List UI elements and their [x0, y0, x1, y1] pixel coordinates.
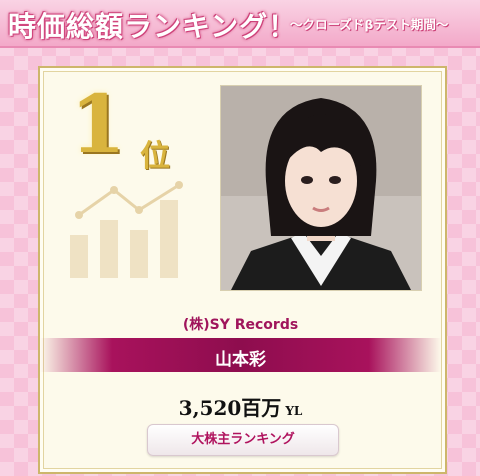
chart-icon-point [175, 181, 183, 189]
page-header: 時価総額ランキング！ 〜クローズドβテスト期間〜 [0, 0, 480, 48]
rank-suffix: 位 [140, 139, 170, 174]
chart-icon-point [110, 186, 118, 194]
chart-icon-bar [100, 220, 118, 278]
member-name: 山本彩 [215, 350, 266, 370]
profile-photo [220, 85, 422, 291]
major-shareholder-ranking-button[interactable]: 大株主ランキング [147, 424, 339, 456]
market-value-line: 3,520百万 YL [40, 392, 441, 421]
chart-icon-point [75, 211, 83, 219]
page-title: 時価総額ランキング！ [8, 10, 298, 43]
chart-icon-bar [160, 200, 178, 278]
chart-icon-bar [70, 235, 88, 278]
chart-icon-point [135, 206, 143, 214]
rank-number: 1 [70, 77, 126, 171]
chart-icon-bar [130, 230, 148, 278]
market-value: 3,520百万 [178, 396, 282, 420]
page-subtitle: 〜クローズドβテスト期間〜 [290, 17, 449, 32]
rising-bar-chart-icon [70, 181, 183, 278]
company-name: (株)SY Records [182, 317, 299, 333]
market-value-unit: YL [285, 404, 303, 418]
